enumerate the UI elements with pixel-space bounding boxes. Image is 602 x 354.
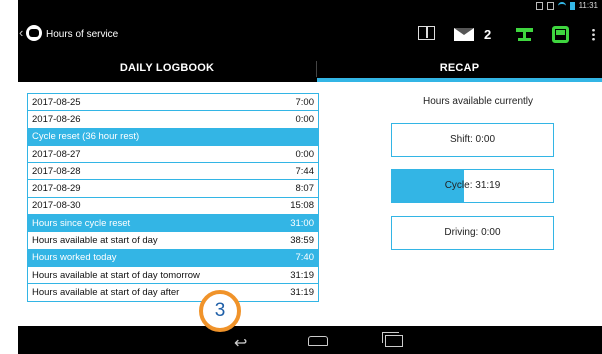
message-count: 2 <box>484 27 492 42</box>
sync-icon <box>546 2 554 10</box>
truck-icon[interactable] <box>552 26 569 43</box>
row-value: 15:08 <box>290 200 314 212</box>
recap-title: Hours available currently <box>422 96 534 107</box>
table-row: Cycle reset (36 hour rest) <box>28 128 318 146</box>
home-icon[interactable] <box>308 336 328 346</box>
tab-bar: DAILY LOGBOOK RECAP <box>18 56 602 82</box>
cycle-hours-box: Cycle: 31:19 <box>391 169 554 203</box>
tab-daily-logbook[interactable]: DAILY LOGBOOK <box>18 56 316 82</box>
row-label: Hours available at start of day after <box>32 286 180 298</box>
row-value: 31:19 <box>290 286 314 298</box>
logbook-table: 2017-08-25 7:00 2017-08-26 0:00 Cycle reset … <box>27 93 319 302</box>
table-row: Hours since cycle reset 31:00 <box>28 215 318 233</box>
driving-label: Driving: 0:00 <box>444 227 501 238</box>
action-bar: ‹ Hours of service 2 <box>18 12 602 56</box>
row-label: 2017-08-30 <box>32 200 81 212</box>
table-row: 2017-08-28 7:44 <box>28 163 318 181</box>
table-row: Hours available at start of day tomorrow… <box>28 267 318 285</box>
status-time: 11:31 <box>578 1 598 10</box>
up-navigation-icon[interactable]: ‹ <box>19 25 23 40</box>
row-value: 0:00 <box>295 148 315 160</box>
table-row: 2017-08-27 0:00 <box>28 146 318 164</box>
row-value: 31:00 <box>290 217 314 229</box>
sim-icon <box>535 2 543 10</box>
shift-label: Shift: 0:00 <box>449 134 496 145</box>
row-value: 31:19 <box>290 269 314 281</box>
driving-hours-box: Driving: 0:00 <box>391 216 554 250</box>
overflow-menu-icon[interactable] <box>592 28 595 41</box>
app-title: Hours of service <box>46 29 119 40</box>
row-label: 2017-08-27 <box>32 148 81 160</box>
row-label: Cycle reset (36 hour rest) <box>32 131 140 143</box>
row-value: 0:00 <box>295 113 315 125</box>
mail-icon[interactable] <box>454 28 474 41</box>
row-value: 7:44 <box>295 165 315 177</box>
row-label: 2017-08-28 <box>32 165 81 177</box>
table-row: Hours available at start of day 38:59 <box>28 232 318 250</box>
table-row: Hours worked today 7:40 <box>28 249 318 267</box>
cycle-label: Cycle: 31:19 <box>444 180 501 191</box>
app-logo[interactable] <box>26 25 42 41</box>
row-label: Hours available at start of day tomorrow <box>32 269 200 281</box>
row-value: 7:40 <box>295 252 315 264</box>
row-label: 2017-08-25 <box>32 96 81 108</box>
navigation-bar: ↩ <box>18 326 602 354</box>
back-icon[interactable]: ↩ <box>234 333 247 353</box>
row-label: Hours worked today <box>32 252 117 264</box>
row-value: 8:07 <box>295 183 315 195</box>
table-row: Hours available at start of day after 31:… <box>28 284 318 302</box>
road-sign-icon[interactable] <box>516 28 533 41</box>
app-window: 11:31 ‹ Hours of service 2 DAILY LOGBOOK… <box>18 0 602 354</box>
row-label: Hours since cycle reset <box>32 217 131 229</box>
table-row: 2017-08-30 15:08 <box>28 198 318 216</box>
table-row: 2017-08-25 7:00 <box>28 94 318 112</box>
row-label: 2017-08-26 <box>32 113 81 125</box>
status-bar: 11:31 <box>18 0 602 12</box>
shift-hours-box: Shift: 0:00 <box>391 123 554 157</box>
recent-apps-icon[interactable] <box>382 332 403 347</box>
row-label: 2017-08-29 <box>32 183 81 195</box>
wifi-icon <box>557 2 566 10</box>
table-row: 2017-08-26 0:00 <box>28 111 318 129</box>
document-icon[interactable] <box>418 26 435 40</box>
step-number-badge: 3 <box>199 290 241 332</box>
row-label: Hours available at start of day <box>32 235 158 247</box>
active-tab-indicator <box>317 78 602 82</box>
row-value: 7:00 <box>295 96 315 108</box>
battery-icon <box>569 2 575 10</box>
row-value: 38:59 <box>290 235 314 247</box>
table-row: 2017-08-29 8:07 <box>28 180 318 198</box>
